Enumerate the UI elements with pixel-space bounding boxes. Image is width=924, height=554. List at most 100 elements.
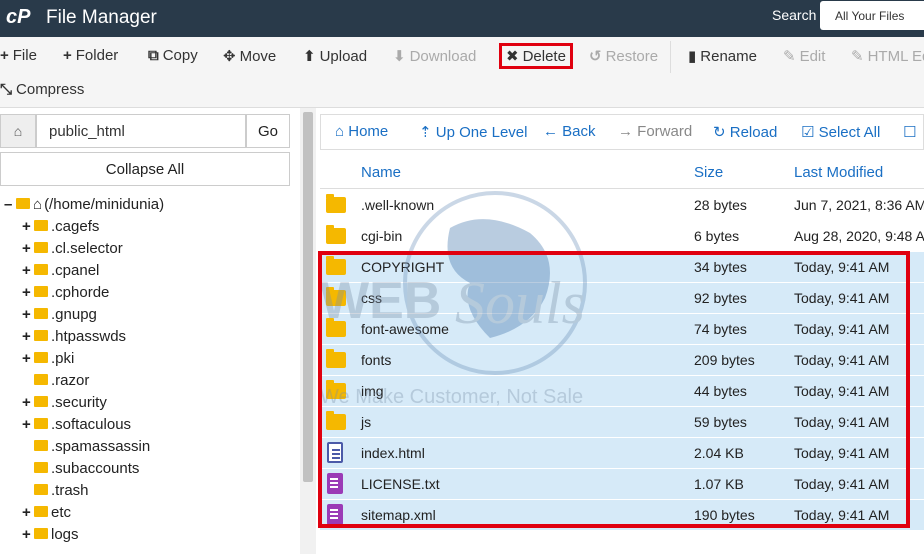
reload-icon: ↻	[713, 124, 730, 141]
folder-icon	[34, 286, 48, 297]
rename-button[interactable]: ▮ Rename	[688, 47, 757, 65]
nav-back-button[interactable]: ← Back	[543, 123, 596, 140]
plus-icon: +	[0, 47, 9, 64]
tree-item[interactable]: + .cagefs	[22, 218, 99, 240]
tree-item[interactable]: – ⌂ (/home/minidunia)	[4, 196, 164, 218]
folder-icon	[34, 462, 48, 473]
tree-item[interactable]: + .cphorde	[22, 284, 109, 306]
expand-icon[interactable]: +	[22, 240, 34, 257]
restore-button[interactable]: ↺ Restore	[589, 47, 658, 65]
folder-icon	[34, 484, 48, 495]
folder-icon	[34, 220, 48, 231]
path-input[interactable]: public_html	[36, 114, 246, 148]
expand-icon[interactable]: +	[22, 284, 34, 301]
arrow-right-icon: →	[618, 123, 638, 140]
tree-item-label: .gnupg	[51, 306, 97, 323]
undo-icon: ↺	[589, 48, 602, 65]
expand-icon[interactable]: +	[22, 306, 34, 323]
tree-item[interactable]: + .security	[22, 394, 107, 416]
column-modified[interactable]: Last Modified	[794, 164, 883, 181]
expand-icon[interactable]: +	[22, 416, 34, 433]
column-name[interactable]: Name	[361, 164, 401, 181]
expand-icon[interactable]: +	[22, 350, 34, 367]
tree-item-label: .softaculous	[51, 416, 132, 433]
download-icon: ⬇	[393, 48, 406, 65]
tree-item[interactable]: + .cpanel	[22, 262, 99, 284]
expand-icon[interactable]: +	[22, 526, 34, 543]
arrow-left-icon: ←	[543, 123, 563, 140]
collapse-all-button[interactable]: Collapse All	[0, 152, 290, 186]
checkbox-icon: ☑	[801, 124, 819, 141]
close-icon: ✖	[506, 48, 519, 65]
tree-item[interactable]: .spamassassin	[22, 438, 150, 460]
plus-icon: +	[63, 47, 72, 64]
compress-button[interactable]: ⤡ Compress	[0, 81, 84, 98]
upload-button[interactable]: ⬆ Upload	[303, 47, 367, 65]
home-icon: ⌂	[33, 196, 43, 213]
tree-item-label: .trash	[51, 482, 89, 499]
copy-icon: ⧉	[148, 47, 159, 64]
expand-icon[interactable]: +	[22, 328, 34, 345]
folder-icon	[34, 374, 48, 385]
tree-item[interactable]: + etc	[22, 504, 71, 526]
tree-item[interactable]: .subaccounts	[22, 460, 139, 482]
folder-icon	[34, 264, 48, 275]
move-button[interactable]: ✥ Move	[223, 47, 276, 65]
html-editor-button[interactable]: ✎HTML Ed	[851, 47, 924, 65]
table-header: Name Size Last Modified	[320, 155, 924, 189]
home-directory-button[interactable]: ⌂	[0, 114, 36, 148]
file-size: 28 bytes	[694, 197, 747, 213]
tree-item[interactable]: .trash	[22, 482, 89, 504]
folder-icon	[34, 396, 48, 407]
tree-item-label: .cagefs	[51, 218, 100, 235]
tree-item[interactable]: + .pki	[22, 350, 74, 372]
expand-icon[interactable]: +	[22, 218, 34, 235]
unselect-all-button[interactable]: ☐	[903, 123, 916, 141]
tree-item-label: (/home/minidunia)	[44, 196, 165, 213]
tree-item[interactable]: + .cl.selector	[22, 240, 123, 262]
tree-item[interactable]: + logs	[22, 526, 79, 548]
tree-item-label: .security	[51, 394, 107, 411]
new-folder-button[interactable]: + Folder	[63, 47, 118, 64]
cpanel-logo[interactable]: cP	[6, 6, 30, 29]
checkbox-empty-icon: ☐	[903, 124, 917, 141]
tree-item-label: .razor	[51, 372, 90, 389]
left-scrollbar-thumb[interactable]	[303, 112, 313, 482]
file-size: 6 bytes	[694, 228, 740, 244]
nav-forward-button[interactable]: → Forward	[618, 123, 692, 140]
expand-icon[interactable]: +	[22, 394, 34, 411]
collapse-icon[interactable]: –	[4, 196, 16, 213]
tree-item[interactable]: + .gnupg	[22, 306, 97, 328]
delete-button[interactable]: ✖ Delete	[499, 43, 573, 69]
nav-home-button[interactable]: ⌂ Home	[335, 123, 388, 140]
folder-icon	[34, 418, 48, 429]
file-modified: Jun 7, 2021, 8:36 AM	[794, 197, 924, 213]
folder-icon	[34, 506, 48, 517]
tree-item[interactable]: + .htpasswds	[22, 328, 126, 350]
copy-button[interactable]: ⧉ Copy	[148, 47, 198, 64]
file-icon: ▮	[688, 48, 697, 65]
app-title: File Manager	[46, 7, 157, 28]
expand-icon[interactable]: +	[22, 262, 34, 279]
tree-item[interactable]: .razor	[22, 372, 89, 394]
nav-bar: ⌂ Home ⇡ Up One Level ← Back → Forward ↻…	[320, 114, 924, 150]
toolbar-divider	[670, 41, 671, 73]
new-file-button[interactable]: + File	[0, 47, 37, 64]
tree-item[interactable]: + .softaculous	[22, 416, 131, 438]
file-modified: Aug 28, 2020, 9:48 A	[794, 228, 924, 244]
column-size[interactable]: Size	[694, 164, 723, 181]
folder-icon	[34, 528, 48, 539]
search-scope-select[interactable]: All Your Files	[820, 1, 924, 30]
download-button[interactable]: ⬇ Download	[393, 47, 476, 65]
go-button[interactable]: Go	[246, 114, 290, 148]
tree-item-label: etc	[51, 504, 72, 521]
nav-reload-button[interactable]: ↻ Reload	[713, 123, 777, 141]
expand-icon[interactable]: +	[22, 504, 34, 521]
tree-item-label: .pki	[51, 350, 75, 367]
tree-item-label: .spamassassin	[51, 438, 151, 455]
pencil-icon: ✎	[783, 48, 796, 65]
tree-item-label: logs	[51, 526, 79, 543]
nav-up-button[interactable]: ⇡ Up One Level	[419, 123, 527, 141]
edit-button[interactable]: ✎ Edit	[783, 47, 825, 65]
select-all-button[interactable]: ☑ Select All	[801, 123, 880, 141]
